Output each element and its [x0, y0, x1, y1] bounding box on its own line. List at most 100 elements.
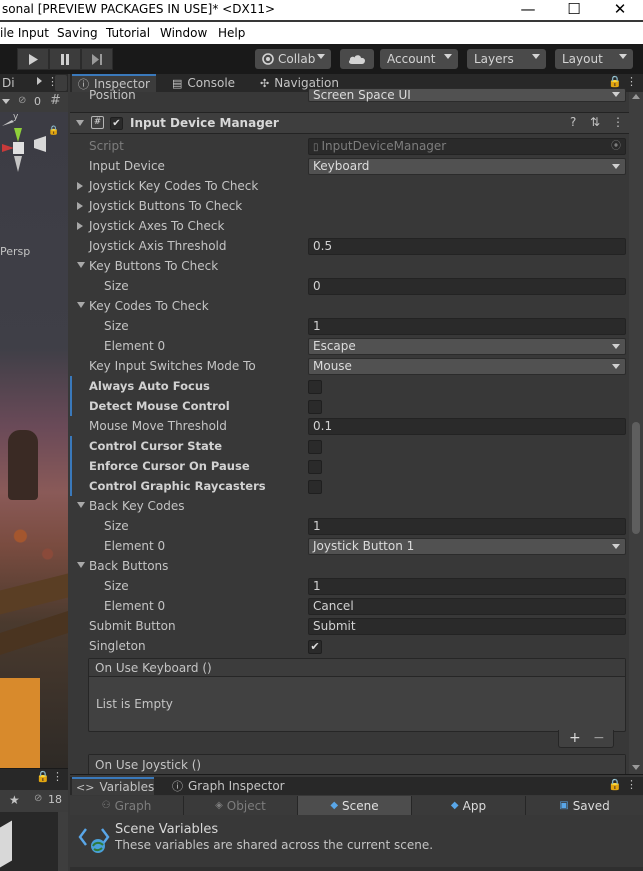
fold-arrow-icon[interactable] — [77, 302, 85, 308]
more-options-icon[interactable]: ⋮ — [626, 75, 637, 88]
tab-variables[interactable]: <> Variables — [72, 777, 154, 795]
script-value: InputDeviceManager — [321, 139, 447, 153]
control-graphic-raycasters-checkbox[interactable] — [308, 480, 322, 494]
pause-button[interactable] — [49, 48, 81, 70]
fold-arrow-icon[interactable] — [77, 262, 85, 268]
fold-arrow-icon[interactable] — [77, 222, 83, 230]
scope-tab-object[interactable]: ◈ Object — [184, 796, 298, 815]
chevron-down-icon — [612, 92, 620, 97]
fold-arrow-icon[interactable] — [77, 502, 85, 508]
scroll-down-icon[interactable] — [632, 765, 640, 770]
grid-icon[interactable]: # — [50, 93, 61, 108]
singleton-checkbox[interactable]: ✔ — [308, 640, 322, 654]
always-auto-focus-checkbox[interactable] — [308, 380, 322, 394]
row-back-key-codes[interactable]: Back Key Codes — [70, 496, 629, 516]
tab-graph-inspector-label: Graph Inspector — [188, 779, 285, 793]
back-buttons-element0-input[interactable]: Cancel — [308, 598, 626, 615]
minimize-button[interactable]: — — [505, 0, 551, 18]
menu-saving[interactable]: Saving — [57, 26, 98, 40]
lock-icon[interactable]: 🔒 — [608, 75, 622, 88]
scope-tab-graph[interactable]: ⚇ Graph — [70, 796, 184, 815]
fold-arrow-icon[interactable] — [77, 562, 85, 568]
add-icon[interactable]: + — [569, 730, 581, 746]
row-back-buttons[interactable]: Back Buttons — [70, 556, 629, 576]
more-options-icon[interactable]: ⋮ — [612, 115, 624, 129]
key-input-switch-dropdown[interactable]: Mouse — [308, 358, 626, 375]
row-key-codes[interactable]: Key Codes To Check — [70, 296, 629, 316]
more-options-icon[interactable]: ⋮ — [626, 778, 637, 791]
lock-icon[interactable]: 🔒 — [608, 778, 622, 791]
input-device-dropdown[interactable]: Keyboard — [308, 158, 626, 175]
scrollbar-thumb[interactable] — [632, 422, 640, 534]
enforce-cursor-checkbox[interactable] — [308, 460, 322, 474]
component-enabled-checkbox[interactable]: ✔ — [110, 117, 123, 130]
project-scrollbar[interactable] — [58, 812, 68, 871]
position-dropdown[interactable]: Screen Space UI — [308, 88, 626, 102]
inspector-scrollbar[interactable] — [629, 92, 643, 774]
layout-dropdown[interactable]: Layout — [555, 49, 633, 69]
override-indicator — [70, 456, 72, 476]
account-dropdown[interactable]: Account — [380, 49, 458, 69]
mouse-move-threshold-input[interactable]: 0.1 — [308, 418, 626, 435]
maximize-button[interactable]: ☐ — [551, 0, 597, 18]
title-bar: sonal [PREVIEW PACKAGES IN USE]* <DX11> … — [0, 0, 643, 20]
cloud-button[interactable] — [340, 49, 374, 69]
scene-tab-label[interactable]: Di — [2, 76, 15, 90]
scope-tab-saved[interactable]: ▣ Saved — [526, 796, 643, 815]
key-codes-size-label: Size — [104, 319, 129, 333]
play-button[interactable] — [17, 48, 49, 70]
hidden-layers-icon[interactable]: ⊘ — [18, 95, 26, 106]
joystick-key-codes-label: Joystick Key Codes To Check — [89, 179, 259, 193]
scope-tab-app[interactable]: ◆ App — [412, 796, 526, 815]
lock-icon[interactable]: 🔒 — [48, 126, 59, 136]
row-joystick-key-codes[interactable]: Joystick Key Codes To Check — [70, 176, 629, 196]
key-buttons-size-input[interactable]: 0 — [308, 278, 626, 295]
menu-window[interactable]: Window — [160, 26, 207, 40]
menu-tutorial[interactable]: Tutorial — [106, 26, 150, 40]
row-script: Script ▯ InputDeviceManager ⦿ — [70, 136, 629, 156]
fold-arrow-icon[interactable] — [76, 120, 84, 126]
back-key-codes-element0-dropdown[interactable]: Joystick Button 1 — [308, 538, 626, 555]
script-field: ▯ InputDeviceManager ⦿ — [308, 138, 626, 155]
row-joystick-axes[interactable]: Joystick Axes To Check — [70, 216, 629, 236]
key-codes-element0-dropdown[interactable]: Escape — [308, 338, 626, 355]
hidden-items-icon[interactable]: ⊘ — [34, 793, 42, 804]
back-buttons-size-input[interactable]: 1 — [308, 578, 626, 595]
back-key-codes-size-input[interactable]: 1 — [308, 518, 626, 535]
layers-dropdown[interactable]: Layers — [467, 49, 546, 69]
key-codes-size-input[interactable]: 1 — [308, 318, 626, 335]
scene-toolbar: ⊘ 0 # — [0, 92, 68, 112]
view-mode-label[interactable]: Persp — [0, 245, 30, 258]
preset-icon[interactable]: ⇅ — [590, 115, 600, 129]
menu-help[interactable]: Help — [218, 26, 245, 40]
chevron-down-icon[interactable] — [2, 99, 10, 104]
more-options-icon[interactable]: ⋮ — [52, 770, 63, 783]
step-button[interactable] — [81, 48, 113, 70]
row-key-buttons[interactable]: Key Buttons To Check — [70, 256, 629, 276]
help-icon[interactable]: ? — [570, 115, 576, 129]
row-control-cursor-state: Control Cursor State — [70, 436, 629, 456]
scroll-up-icon[interactable] — [632, 94, 640, 99]
detect-mouse-control-checkbox[interactable] — [308, 400, 322, 414]
favorites-star-icon[interactable]: ★ — [9, 793, 20, 807]
joystick-axis-threshold-input[interactable]: 0.5 — [308, 238, 626, 255]
orientation-gizmo-icon[interactable] — [0, 118, 50, 192]
fold-arrow-icon[interactable] — [77, 182, 83, 190]
tab-graph-inspector[interactable]: ⓘ Graph Inspector — [170, 777, 285, 795]
scope-tab-scene[interactable]: ◆ Scene — [298, 796, 412, 815]
close-button[interactable]: ✕ — [597, 0, 643, 18]
remove-icon[interactable]: − — [593, 730, 605, 746]
collab-button[interactable]: Collab — [255, 49, 331, 69]
menu-file-input[interactable]: ile Input — [0, 26, 49, 40]
fold-arrow-icon[interactable] — [77, 202, 83, 210]
control-cursor-state-checkbox[interactable] — [308, 440, 322, 454]
row-joystick-buttons[interactable]: Joystick Buttons To Check — [70, 196, 629, 216]
chevron-right-icon[interactable] — [37, 77, 42, 85]
scene-viewport[interactable]: y 🔒 Persp — [0, 112, 68, 768]
lock-icon[interactable]: 🔒 — [36, 770, 50, 783]
mouse-move-threshold-label: Mouse Move Threshold — [89, 419, 227, 433]
menu-bar: ile Input Saving Tutorial Window Help — [0, 22, 643, 44]
row-enforce-cursor: Enforce Cursor On Pause — [70, 456, 629, 476]
submit-button-input[interactable]: Submit — [308, 618, 626, 635]
component-header[interactable]: # ✔ Input Device Manager ? ⇅ ⋮ — [70, 112, 629, 134]
